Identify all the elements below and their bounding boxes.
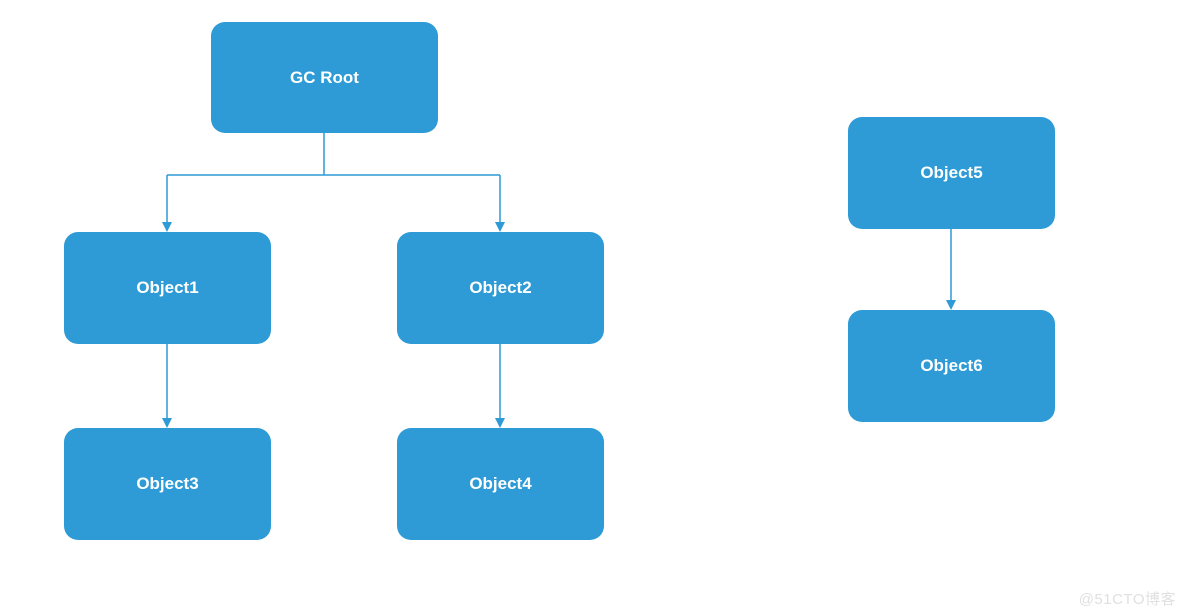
node-object5: Object5 [848, 117, 1055, 229]
node-label: Object5 [920, 163, 982, 183]
arrow-obj2-obj4 [495, 418, 505, 428]
node-label: Object6 [920, 356, 982, 376]
node-label: Object2 [469, 278, 531, 298]
node-object6: Object6 [848, 310, 1055, 422]
arrow-obj5-obj6 [946, 300, 956, 310]
node-label: Object3 [136, 474, 198, 494]
node-label: GC Root [290, 68, 359, 88]
node-gc-root: GC Root [211, 22, 438, 133]
node-object4: Object4 [397, 428, 604, 540]
node-label: Object1 [136, 278, 198, 298]
arrow-root-obj1 [162, 222, 172, 232]
node-object2: Object2 [397, 232, 604, 344]
node-label: Object4 [469, 474, 531, 494]
node-object3: Object3 [64, 428, 271, 540]
node-object1: Object1 [64, 232, 271, 344]
arrow-obj1-obj3 [162, 418, 172, 428]
arrow-root-obj2 [495, 222, 505, 232]
watermark-text: @51CTO博客 [1079, 588, 1176, 609]
